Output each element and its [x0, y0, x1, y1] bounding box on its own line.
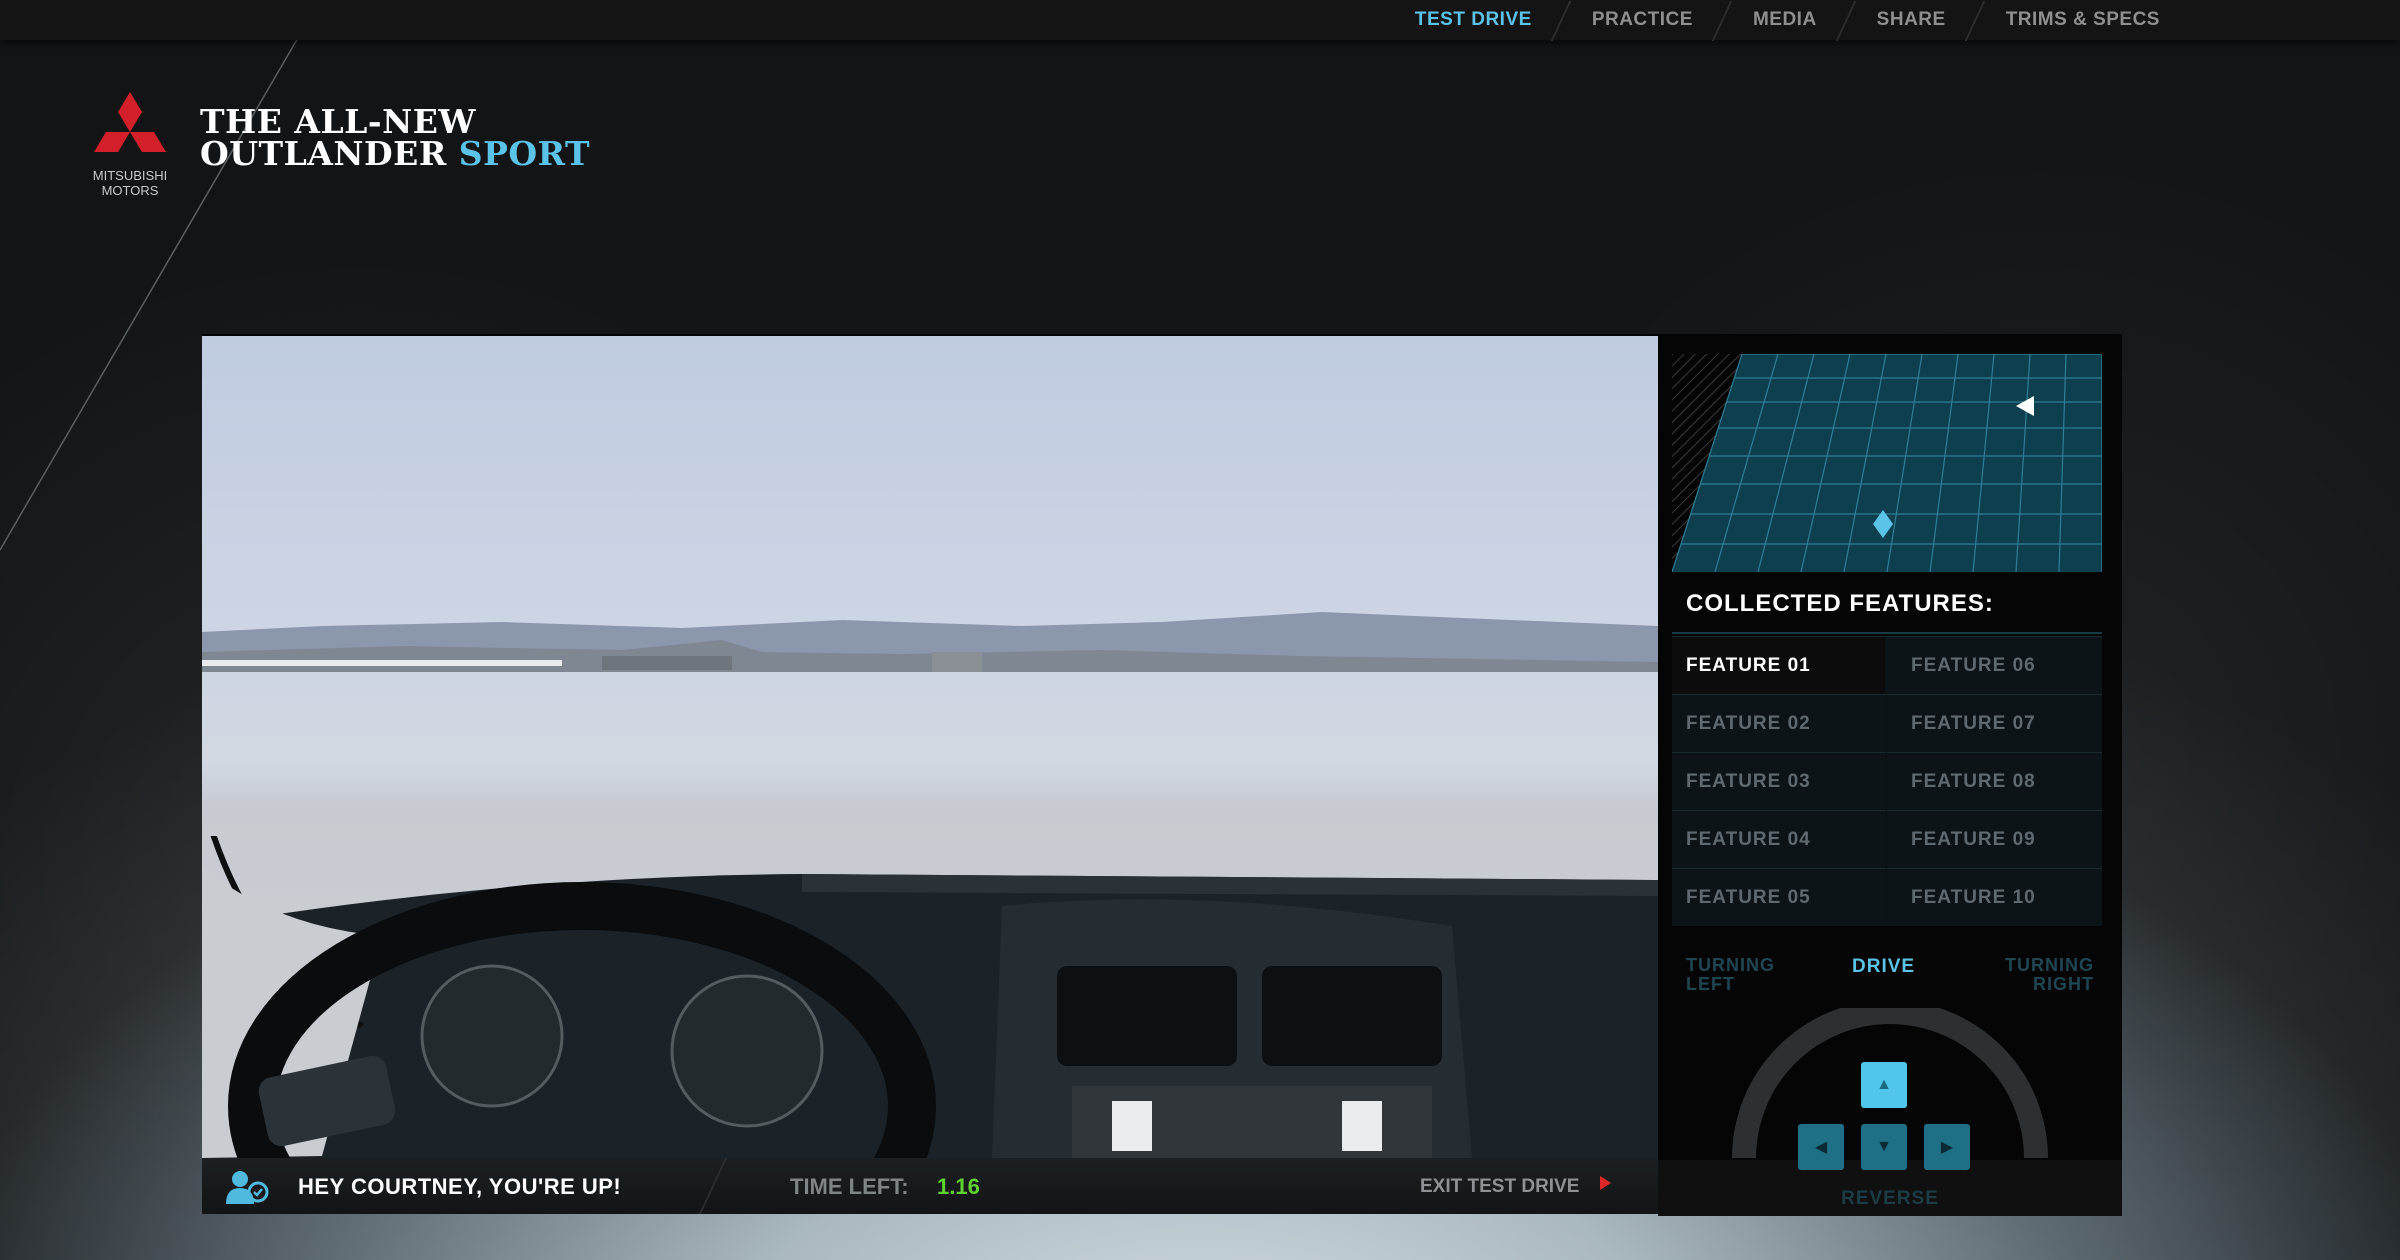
feature-item-10[interactable]: FEATURE 10	[1887, 868, 2102, 926]
feature-item-06[interactable]: FEATURE 06	[1887, 636, 2102, 694]
horizon-hills	[202, 612, 1658, 672]
player-turn-message: HEY COURTNEY, YOU'RE UP!	[298, 1174, 622, 1199]
play-arrow-icon[interactable]	[1600, 1176, 1611, 1190]
exit-test-drive-link[interactable]: EXIT TEST DRIVE	[1420, 1176, 1579, 1198]
turning-left-label: TURNING LEFT	[1686, 955, 1775, 994]
drive-up-button[interactable]: ▲	[1861, 1062, 1907, 1108]
track-minimap	[1672, 354, 2102, 572]
time-left-label: TIME LEFT:	[790, 1174, 909, 1199]
nav-share[interactable]: SHARE	[1847, 9, 1976, 31]
turn-left-button[interactable]: ◀	[1798, 1124, 1844, 1170]
car-dashboard	[202, 836, 1658, 1158]
feature-item-08[interactable]: FEATURE 08	[1887, 752, 2102, 810]
feature-item-05[interactable]: FEATURE 05	[1672, 868, 1887, 926]
three-diamond-icon	[94, 92, 166, 152]
logo-wordmark: MITSUBISHI MOTORS	[92, 168, 168, 198]
user-turn-icon	[226, 1171, 269, 1204]
turn-right-button[interactable]: ▶	[1924, 1124, 1970, 1170]
nav-trims-specs[interactable]: TRIMS & SPECS	[1976, 9, 2190, 31]
main-nav: TEST DRIVE PRACTICE MEDIA SHARE TRIMS & …	[1385, 0, 2190, 40]
nav-media[interactable]: MEDIA	[1723, 9, 1847, 31]
features-panel: COLLECTED FEATURES: FEATURE 01 FEATURE 0…	[1658, 336, 2122, 1216]
reverse-down-button[interactable]: ▼	[1861, 1124, 1907, 1170]
player-status-bar: HEY COURTNEY, YOU'RE UP! TIME LEFT: 1.16…	[202, 1158, 1658, 1214]
feature-item-09[interactable]: FEATURE 09	[1887, 810, 2102, 868]
features-divider	[1672, 632, 2102, 634]
nav-practice[interactable]: PRACTICE	[1562, 9, 1723, 31]
feature-item-04[interactable]: FEATURE 04	[1672, 810, 1887, 868]
page-title: THE ALL-NEW OUTLANDER SPORT	[200, 102, 591, 173]
drive-video-feed	[202, 336, 1658, 1158]
reverse-label: REVERSE	[1841, 1188, 1939, 1209]
collected-features-title: COLLECTED FEATURES:	[1686, 590, 1994, 617]
title-accent: SPORT	[458, 134, 591, 173]
feature-item-02[interactable]: FEATURE 02	[1672, 694, 1887, 752]
nav-test-drive[interactable]: TEST DRIVE	[1385, 9, 1562, 31]
mitsubishi-logo[interactable]: MITSUBISHI MOTORS	[82, 90, 178, 206]
turning-right-label: TURNING RIGHT	[2005, 955, 2094, 994]
top-navigation-bar: TEST DRIVE PRACTICE MEDIA SHARE TRIMS & …	[0, 0, 2400, 40]
status-divider	[698, 1158, 728, 1214]
drive-label: DRIVE	[1852, 956, 1916, 977]
feature-item-03[interactable]: FEATURE 03	[1672, 752, 1887, 810]
feature-item-07[interactable]: FEATURE 07	[1887, 694, 2102, 752]
feature-item-01[interactable]: FEATURE 01	[1672, 636, 1887, 694]
features-grid: FEATURE 01 FEATURE 06 FEATURE 02 FEATURE…	[1672, 636, 2102, 926]
time-left-value: 1.16	[937, 1174, 980, 1199]
